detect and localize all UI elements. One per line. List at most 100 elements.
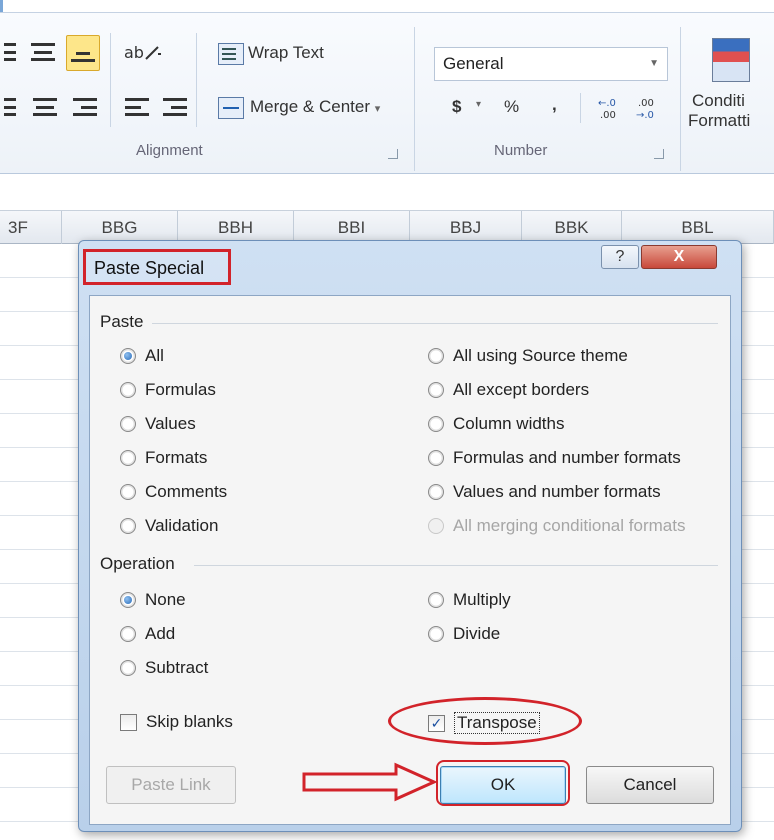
conditional-formatting-label-1[interactable]: Conditi <box>692 91 745 111</box>
paste-link-button: Paste Link <box>106 766 236 804</box>
radio-icon <box>428 382 444 398</box>
conditional-formatting-label-2[interactable]: Formatti <box>688 111 750 131</box>
option-label: Formulas and number formats <box>453 448 681 467</box>
merge-center-dropdown-icon[interactable]: ▾ <box>375 103 381 115</box>
alignment-dialog-launcher-icon[interactable] <box>388 149 398 159</box>
option-label: Values <box>145 414 196 433</box>
help-button[interactable]: ? <box>601 245 639 269</box>
number-dialog-launcher-icon[interactable] <box>654 149 664 159</box>
wrap-text-icon <box>218 43 244 65</box>
increase-indent-icon[interactable] <box>160 93 190 121</box>
merge-center-label: Merge & Center <box>250 97 370 116</box>
option-label: Add <box>145 624 176 643</box>
option-label: Multiply <box>453 590 511 609</box>
operation-option-divide[interactable]: Divide <box>428 624 500 644</box>
radio-icon <box>120 382 136 398</box>
paste-option-validation[interactable]: Validation <box>120 516 218 536</box>
align-center-icon[interactable] <box>30 93 60 121</box>
dialog-title: Paste Special <box>83 249 231 285</box>
paste-option-formulas-number-formats[interactable]: Formulas and number formats <box>428 448 681 468</box>
paste-option-all-source-theme[interactable]: All using Source theme <box>428 346 628 366</box>
increase-decimal-icon[interactable]: ←.0.00 <box>596 93 624 123</box>
paste-option-comments[interactable]: Comments <box>120 482 227 502</box>
close-button[interactable]: X <box>641 245 717 269</box>
radio-icon <box>428 416 444 432</box>
radio-icon <box>120 626 136 642</box>
svg-text:→.0: →.0 <box>636 110 654 121</box>
orientation-icon[interactable]: ab <box>122 39 166 65</box>
option-label: All using Source theme <box>453 346 628 365</box>
radio-icon <box>120 660 136 676</box>
option-label: Divide <box>453 624 501 643</box>
radio-icon <box>120 484 136 500</box>
option-label: None <box>145 590 186 609</box>
radio-icon <box>120 592 136 608</box>
radio-icon <box>120 416 136 432</box>
paste-option-all-except-borders[interactable]: All except borders <box>428 380 589 400</box>
radio-icon <box>428 626 444 642</box>
option-label: Values and number formats <box>453 482 661 501</box>
dialog-body: Paste All Formulas Values Formats Commen… <box>89 295 731 825</box>
align-right-icon[interactable] <box>70 93 100 121</box>
radio-icon <box>428 484 444 500</box>
ribbon-separator <box>110 33 111 127</box>
radio-icon <box>428 592 444 608</box>
currency-button[interactable]: $ <box>452 97 461 117</box>
align-top-partial-icon[interactable] <box>0 37 20 67</box>
operation-option-multiply[interactable]: Multiply <box>428 590 511 610</box>
operation-option-subtract[interactable]: Subtract <box>120 658 208 678</box>
ok-highlight-annotation <box>436 760 570 806</box>
svg-text:.00: .00 <box>638 98 654 109</box>
currency-dropdown-icon[interactable]: ▾ <box>476 99 481 110</box>
align-middle-icon[interactable] <box>28 37 58 67</box>
pointer-arrow-annotation <box>302 762 438 802</box>
paste-option-all[interactable]: All <box>120 346 164 366</box>
option-label: All merging conditional formats <box>453 516 686 535</box>
svg-text:←.0: ←.0 <box>598 98 616 109</box>
paste-option-values[interactable]: Values <box>120 414 196 434</box>
option-label: All except borders <box>453 380 590 399</box>
ribbon-group-separator <box>414 27 415 171</box>
number-group-label: Number <box>494 142 548 159</box>
comma-button[interactable]: , <box>552 95 557 115</box>
decrease-indent-icon[interactable] <box>122 93 152 121</box>
option-label: Subtract <box>145 658 209 677</box>
decrease-decimal-icon[interactable]: .00 →.0 <box>634 93 662 123</box>
paste-option-all-merging-conditional: All merging conditional formats <box>428 516 685 536</box>
option-label: Comments <box>145 482 228 501</box>
svg-text:.00: .00 <box>600 110 616 121</box>
option-label: Column widths <box>453 414 565 433</box>
conditional-formatting-icon[interactable] <box>712 38 750 82</box>
column-header[interactable]: 3F <box>0 211 62 245</box>
paste-option-formats[interactable]: Formats <box>120 448 207 468</box>
wrap-text-button[interactable]: Wrap Text <box>248 43 324 63</box>
paste-option-formulas[interactable]: Formulas <box>120 380 216 400</box>
paste-option-column-widths[interactable]: Column widths <box>428 414 565 434</box>
radio-icon <box>428 518 444 534</box>
paste-section-label: Paste <box>100 312 144 331</box>
option-label: Validation <box>145 516 219 535</box>
operation-option-add[interactable]: Add <box>120 624 175 644</box>
operation-option-none[interactable]: None <box>120 590 186 610</box>
paste-special-dialog: Paste Special ? X Paste All Formulas Val… <box>78 240 742 832</box>
number-format-select[interactable]: General ▼ <box>434 47 668 81</box>
section-divider <box>152 323 718 324</box>
column-headers: 3F BBG BBH BBI BBJ BBK BBL <box>0 210 774 245</box>
cancel-button[interactable]: Cancel <box>586 766 714 804</box>
ribbon-group-separator <box>680 27 681 171</box>
skip-blanks-checkbox[interactable]: Skip blanks <box>120 712 233 732</box>
percent-button[interactable]: % <box>504 97 519 117</box>
formula-bar-gap <box>0 174 774 210</box>
operation-section-label: Operation <box>100 554 175 573</box>
alignment-group-label: Alignment <box>136 142 203 159</box>
section-divider <box>194 565 718 566</box>
align-left-partial-icon[interactable] <box>0 93 20 121</box>
number-format-value: General <box>443 54 504 73</box>
chevron-down-icon: ▼ <box>649 58 659 69</box>
align-bottom-icon[interactable] <box>66 35 100 71</box>
merge-center-button[interactable]: Merge & Center ▾ <box>250 97 380 117</box>
radio-icon <box>428 348 444 364</box>
paste-option-values-number-formats[interactable]: Values and number formats <box>428 482 661 502</box>
svg-text:ab: ab <box>124 43 144 62</box>
option-label: Formats <box>145 448 208 467</box>
